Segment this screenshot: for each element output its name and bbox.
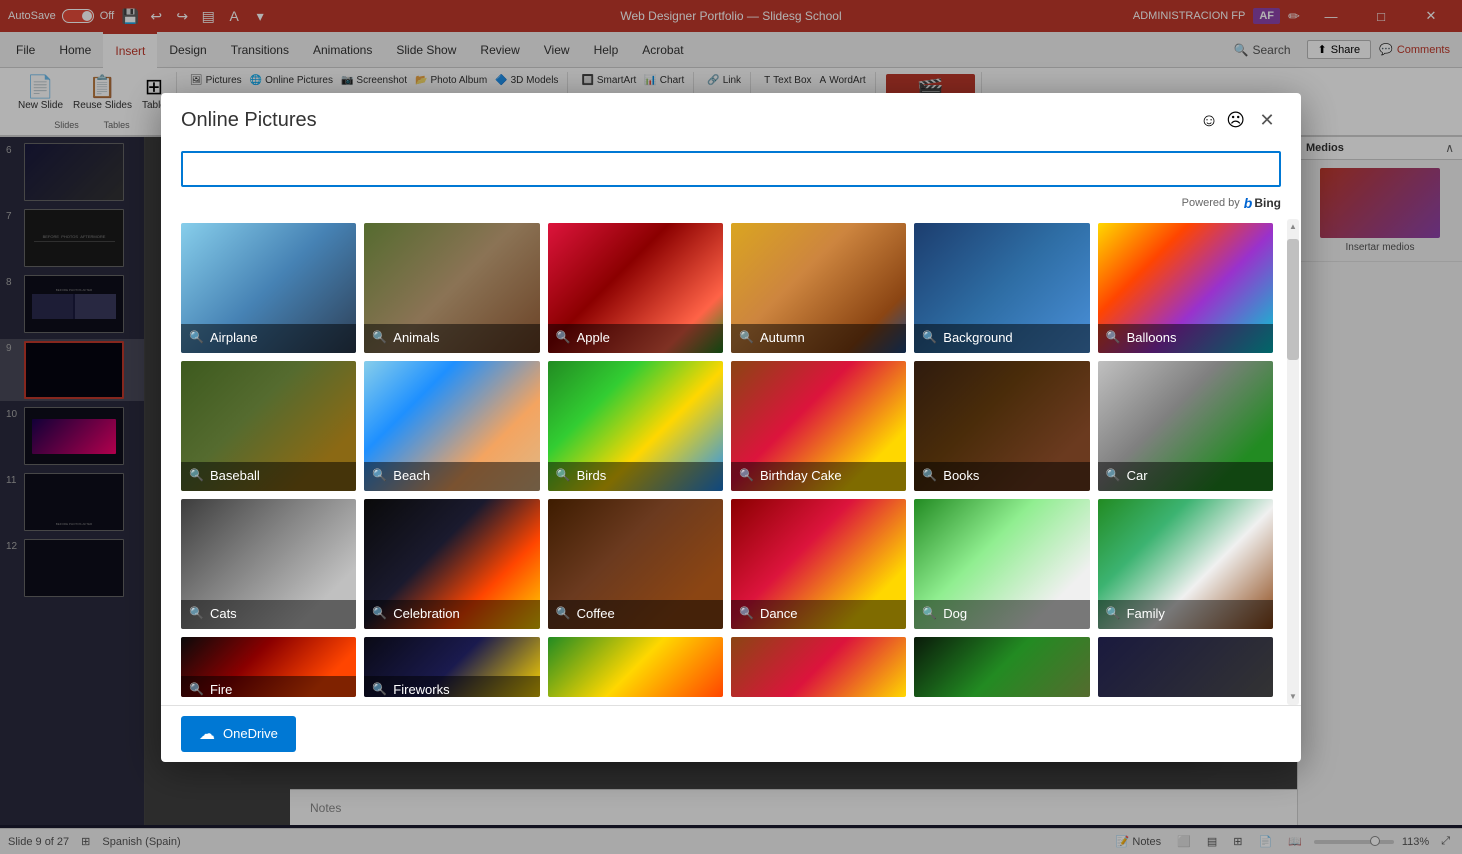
scrollbar-thumb[interactable] [1287, 239, 1299, 361]
modal-close-button[interactable]: ✕ [1253, 107, 1281, 135]
onedrive-label: OneDrive [223, 726, 278, 741]
category-cats[interactable]: 🔍 Cats [181, 499, 356, 629]
category-label: Balloons [1127, 330, 1177, 345]
search-icon: 🔍 [922, 468, 937, 482]
category-label: Animals [393, 330, 439, 345]
search-icon: 🔍 [189, 682, 204, 696]
search-icon: 🔍 [739, 468, 754, 482]
category-birthday-cake[interactable]: 🔍 Birthday Cake [731, 361, 906, 491]
category-label: Apple [577, 330, 610, 345]
bing-icon: b [1244, 195, 1253, 211]
modal-footer: ☁ OneDrive [161, 705, 1301, 762]
category-background[interactable]: 🔍 Background [914, 223, 1089, 353]
search-icon: 🔍 [556, 468, 571, 482]
category-label: Dog [943, 606, 967, 621]
search-icon: 🔍 [739, 330, 754, 344]
search-icon: 🔍 [189, 330, 204, 344]
modal-header: Online Pictures ☺ ☹ ✕ [161, 93, 1301, 143]
category-baseball[interactable]: 🔍 Baseball [181, 361, 356, 491]
category-label: Cats [210, 606, 237, 621]
modal-header-icons: ☺ ☹ ✕ [1200, 107, 1281, 135]
smiley-sad-icon[interactable]: ☹ [1226, 110, 1245, 131]
category-label: Fireworks [393, 682, 449, 697]
category-label: Baseball [210, 468, 260, 483]
category-forest[interactable] [914, 637, 1089, 697]
powered-by-label: Powered by [1182, 197, 1240, 209]
category-label: Birds [577, 468, 607, 483]
modal-overlay: Online Pictures ☺ ☹ ✕ Powered by b Bing [0, 0, 1462, 854]
onedrive-icon: ☁ [199, 724, 215, 744]
scroll-down-button[interactable]: ▼ [1288, 689, 1298, 705]
search-icon: 🔍 [189, 606, 204, 620]
category-autumn[interactable]: 🔍 Autumn [731, 223, 906, 353]
category-car[interactable]: 🔍 Car [1098, 361, 1273, 491]
search-icon: 🔍 [372, 682, 387, 696]
search-icon: 🔍 [189, 468, 204, 482]
category-apple[interactable]: 🔍 Apple [548, 223, 723, 353]
category-label: Beach [393, 468, 430, 483]
category-frog[interactable] [1098, 637, 1273, 697]
category-dog[interactable]: 🔍 Dog [914, 499, 1089, 629]
category-label: Fire [210, 682, 232, 697]
category-dance[interactable]: 🔍 Dance [731, 499, 906, 629]
category-label: Celebration [393, 606, 460, 621]
category-fireworks[interactable]: 🔍 Fireworks [364, 637, 539, 697]
modal-grid-area[interactable]: 🔍 Airplane 🔍 Animals [161, 219, 1301, 705]
category-balloons[interactable]: 🔍 Balloons [1098, 223, 1273, 353]
powered-by-area: Powered by b Bing [161, 191, 1301, 219]
search-icon: 🔍 [739, 606, 754, 620]
modal-scrollbar[interactable]: ▲ ▼ [1287, 219, 1299, 705]
category-label: Dance [760, 606, 798, 621]
category-food[interactable] [731, 637, 906, 697]
category-family[interactable]: 🔍 Family [1098, 499, 1273, 629]
modal-search-area [161, 143, 1301, 191]
search-icon: 🔍 [372, 606, 387, 620]
search-icon: 🔍 [372, 330, 387, 344]
category-beach[interactable]: 🔍 Beach [364, 361, 539, 491]
onedrive-button[interactable]: ☁ OneDrive [181, 716, 296, 752]
category-label: Books [943, 468, 979, 483]
online-pictures-modal: Online Pictures ☺ ☹ ✕ Powered by b Bing [161, 93, 1301, 762]
category-animals[interactable]: 🔍 Animals [364, 223, 539, 353]
category-coffee[interactable]: 🔍 Coffee [548, 499, 723, 629]
category-flower[interactable] [548, 637, 723, 697]
category-label: Car [1127, 468, 1148, 483]
search-icon: 🔍 [1106, 606, 1121, 620]
category-celebration[interactable]: 🔍 Celebration [364, 499, 539, 629]
search-icon: 🔍 [556, 606, 571, 620]
category-label: Autumn [760, 330, 805, 345]
category-label: Family [1127, 606, 1165, 621]
search-icon: 🔍 [372, 468, 387, 482]
category-label: Coffee [577, 606, 615, 621]
bing-label: Bing [1254, 196, 1281, 210]
search-icon: 🔍 [556, 330, 571, 344]
category-label: Background [943, 330, 1012, 345]
search-icon: 🔍 [922, 330, 937, 344]
search-icon: 🔍 [1106, 468, 1121, 482]
bing-logo: b Bing [1244, 195, 1281, 211]
modal-search-input[interactable] [181, 151, 1281, 187]
modal-title: Online Pictures [181, 109, 317, 132]
category-label: Birthday Cake [760, 468, 842, 483]
category-airplane[interactable]: 🔍 Airplane [181, 223, 356, 353]
search-icon: 🔍 [1106, 330, 1121, 344]
search-icon: 🔍 [922, 606, 937, 620]
modal-grid: 🔍 Airplane 🔍 Animals [181, 223, 1293, 697]
scroll-up-button[interactable]: ▲ [1288, 219, 1298, 235]
category-fire[interactable]: 🔍 Fire [181, 637, 356, 697]
category-birds[interactable]: 🔍 Birds [548, 361, 723, 491]
category-label: Airplane [210, 330, 258, 345]
category-books[interactable]: 🔍 Books [914, 361, 1089, 491]
smiley-happy-icon[interactable]: ☺ [1200, 110, 1218, 131]
